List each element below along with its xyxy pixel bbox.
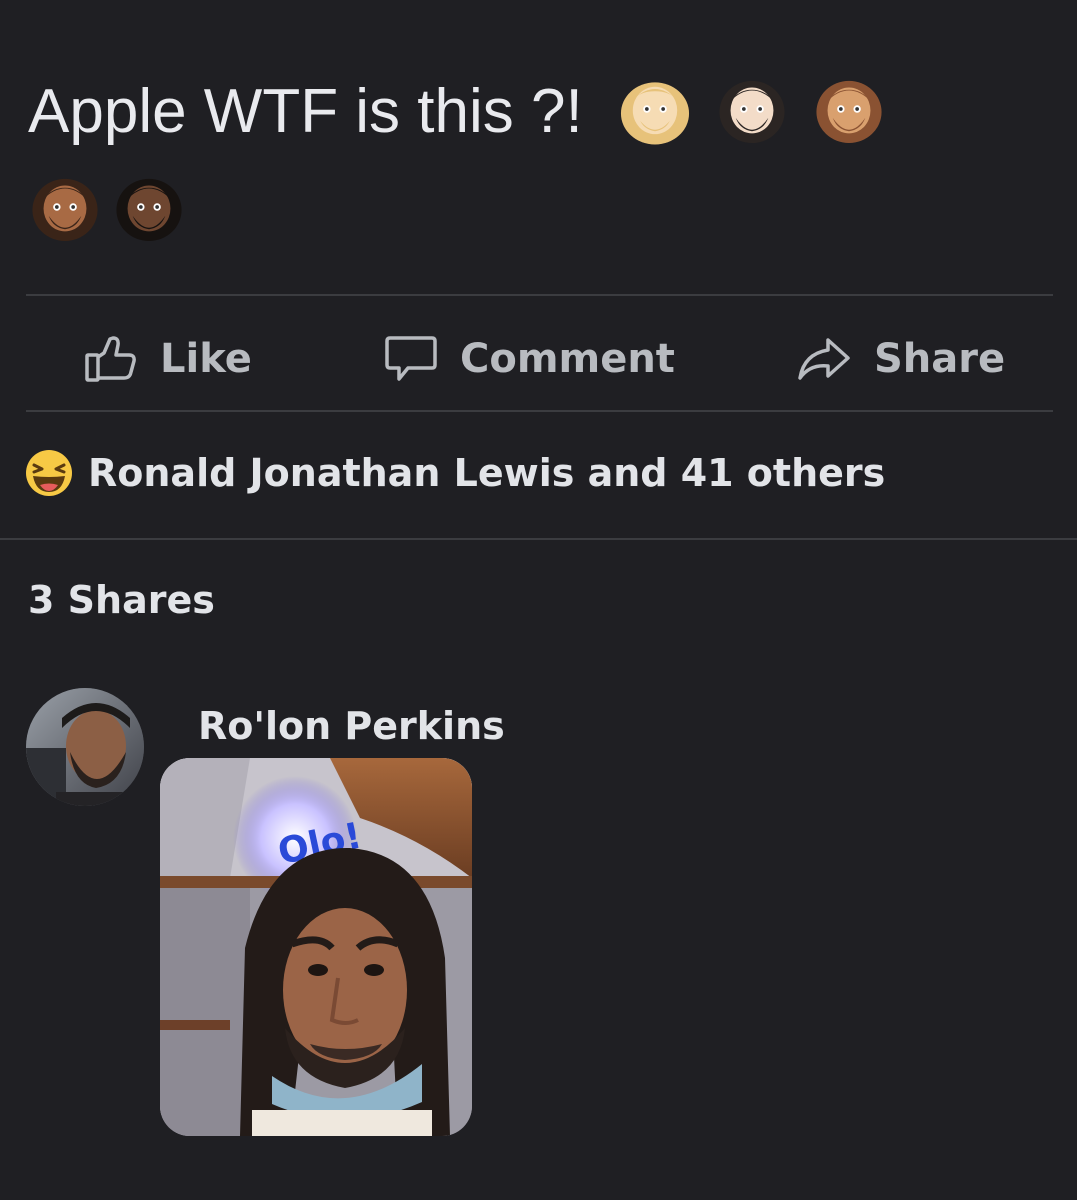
shares-count[interactable]: 3 Shares: [28, 578, 215, 622]
actions-top-divider: [26, 294, 1053, 296]
share-button[interactable]: Share: [796, 316, 1005, 402]
actions-bottom-divider: [26, 410, 1053, 412]
comment-label: Comment: [460, 336, 675, 382]
comment-bubble-icon: [385, 336, 437, 381]
man-blond-beard-emoji: [620, 82, 689, 145]
comment-photo-image: Olo!: [160, 758, 472, 1136]
emoji-row-1: [600, 77, 892, 146]
action-bar: Like Comment Share: [0, 316, 1077, 402]
man-medium-dark-beard-emoji: [32, 178, 98, 242]
avatar-photo: [26, 688, 144, 806]
commenter-name[interactable]: Ro'lon Perkins: [198, 704, 505, 748]
laughing-face-icon: [26, 450, 72, 496]
comment-photo[interactable]: Olo!: [160, 758, 472, 1136]
share-label: Share: [874, 336, 1006, 382]
avatar[interactable]: [26, 688, 144, 806]
man-medium-beard-emoji: [816, 80, 882, 144]
thumbs-up-icon: [85, 336, 136, 382]
post-text-line: Apple WTF is this ?!: [28, 72, 1038, 150]
reaction-summary[interactable]: Ronald Jonathan Lewis and 41 others: [24, 448, 885, 498]
post-text: Apple WTF is this ?!: [28, 77, 583, 146]
man-dark-beard-emoji: [116, 178, 183, 242]
comment-button[interactable]: Comment: [384, 316, 675, 402]
section-divider: [0, 538, 1077, 540]
reaction-summary-text: Ronald Jonathan Lewis and 41 others: [88, 451, 886, 495]
emoji-row-2: [28, 170, 192, 244]
man-light-beard-emoji: [719, 80, 785, 144]
share-arrow-icon: [798, 338, 850, 380]
like-button[interactable]: Like: [84, 316, 252, 402]
like-label: Like: [160, 336, 252, 382]
